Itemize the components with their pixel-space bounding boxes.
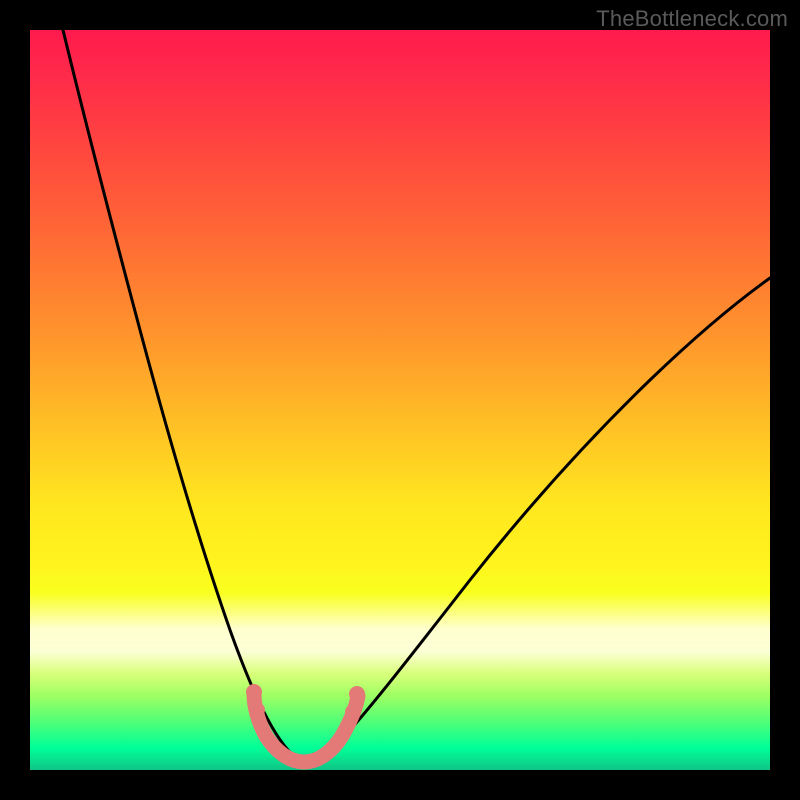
- right-curve-line: [304, 278, 770, 762]
- marker-dot-right-upper: [349, 686, 365, 702]
- plot-frame: [30, 30, 770, 770]
- marker-dot-left-lower: [249, 702, 265, 718]
- marker-dot-left-upper: [246, 684, 262, 700]
- curve-overlay: [30, 30, 770, 770]
- marker-dot-right-lower: [345, 704, 361, 720]
- left-curve-line: [63, 30, 304, 762]
- watermark-text: TheBottleneck.com: [596, 6, 788, 32]
- marker-band: [254, 694, 358, 762]
